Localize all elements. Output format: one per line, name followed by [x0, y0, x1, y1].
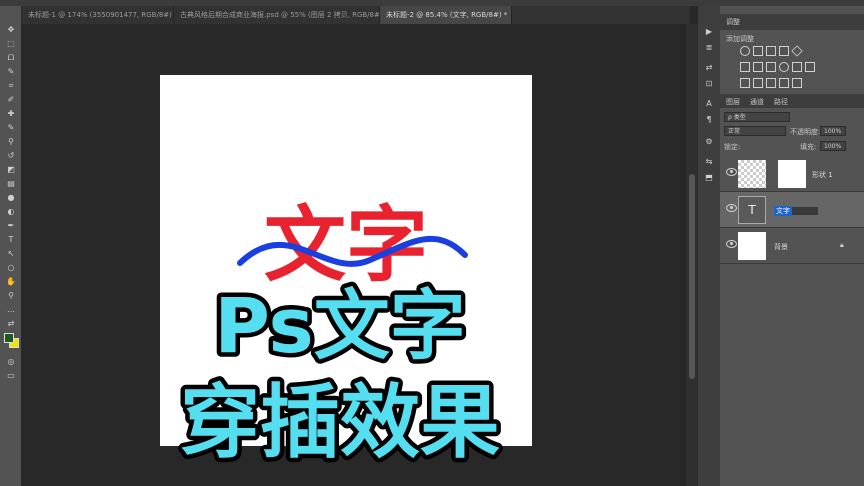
tab-label: 未标题-1 @ 174% (3550901477, RGB/8#) *: [28, 11, 174, 19]
stamp-icon[interactable]: ⚲: [4, 136, 18, 147]
layer-name[interactable]: 文字: [774, 206, 792, 216]
color-lookup-icon[interactable]: [805, 62, 815, 72]
gradient-map-icon[interactable]: [779, 78, 789, 88]
blend-mode-select[interactable]: 正常: [724, 126, 786, 136]
tab-label: 未标题-2 @ 85.4% (文字, RGB/8#) *: [386, 11, 508, 19]
tab-channels[interactable]: 通道: [750, 97, 764, 107]
properties-icon[interactable]: ⊡: [703, 78, 715, 90]
type-icon[interactable]: T: [4, 234, 18, 245]
dodge-icon[interactable]: ◐: [4, 206, 18, 217]
add-adjustment-label: 添加调整: [726, 35, 754, 43]
document-tabs: 未标题-1 @ 174% (3550901477, RGB/8#) *× 古典风…: [22, 6, 690, 24]
layer-mask-thumbnail: [778, 160, 806, 188]
play-icon[interactable]: ▶: [703, 26, 715, 38]
layer-thumbnail: [738, 160, 766, 188]
lasso-icon[interactable]: ᗝ: [4, 52, 18, 63]
vertical-scrollbar[interactable]: [686, 24, 698, 486]
character-icon[interactable]: A: [703, 98, 715, 110]
path-select-icon[interactable]: ↖: [4, 248, 18, 259]
swap-colors-icon[interactable]: ⇄: [4, 318, 18, 329]
tab-untitled-2[interactable]: 未标题-2 @ 85.4% (文字, RGB/8#) *×: [380, 6, 512, 24]
visibility-eye-icon[interactable]: [726, 168, 737, 176]
crop-icon[interactable]: ⌗: [4, 80, 18, 91]
tools-panel: ✥ ⬚ ᗝ ✎ ⌗ ✐ ✚ ✎ ⚲ ↺ ◩ ▤ ● ◐ ✒ T ↖ ○ ✋ ⚲ …: [0, 6, 22, 486]
threshold-icon[interactable]: [766, 78, 776, 88]
exposure-icon[interactable]: [779, 46, 789, 56]
marquee-icon[interactable]: ⬚: [4, 38, 18, 49]
tab-layers[interactable]: 图层: [726, 97, 740, 107]
screen-mode-icon[interactable]: ▭: [4, 370, 18, 381]
lock-icon: 🔒︎: [840, 241, 844, 249]
hand-icon[interactable]: ✋: [4, 276, 18, 287]
vibrance-icon[interactable]: [791, 45, 803, 57]
color-balance-icon[interactable]: [753, 62, 763, 72]
more-icon[interactable]: …: [4, 304, 18, 315]
document-canvas[interactable]: 文字: [160, 75, 532, 446]
blur-icon[interactable]: ●: [4, 192, 18, 203]
brush-icon[interactable]: ✎: [4, 122, 18, 133]
foreground-color-swatch[interactable]: [4, 333, 14, 343]
move-icon[interactable]: ✥: [4, 24, 18, 35]
close-icon[interactable]: ×: [511, 11, 512, 19]
actions-icon[interactable]: ≣: [703, 42, 715, 54]
photo-filter-icon[interactable]: [779, 62, 789, 72]
pen-icon[interactable]: ✒: [4, 220, 18, 231]
lock-label: 锁定:: [724, 143, 741, 151]
swap-icon[interactable]: ⇄: [703, 62, 715, 74]
paragraph-icon[interactable]: ¶: [703, 114, 715, 126]
history-brush-icon[interactable]: ↺: [4, 150, 18, 161]
visibility-eye-icon[interactable]: [726, 240, 737, 248]
right-panels: 调整 添加调整 图层 通道 路径 ρ 类型 正常 不透明度: 100% 锁定: …: [720, 6, 864, 486]
selective-color-icon[interactable]: [792, 78, 802, 88]
black-white-icon[interactable]: [766, 62, 776, 72]
adjustments-header: 调整: [720, 14, 864, 30]
shape-icon[interactable]: ○: [4, 262, 18, 273]
adjustment-icons-row-2: [740, 62, 850, 74]
layer-filter-select[interactable]: ρ 类型: [724, 112, 790, 122]
levels-icon[interactable]: [753, 46, 763, 56]
tab-adjustments[interactable]: 调整: [726, 17, 740, 27]
opacity-input[interactable]: 100%: [820, 126, 846, 136]
tool-presets-icon[interactable]: ⚙: [703, 136, 715, 148]
layer-thumbnail: [738, 232, 766, 260]
layer-row-text[interactable]: T 文字: [720, 192, 864, 228]
quick-mask-icon[interactable]: ◎: [4, 356, 18, 367]
fill-input[interactable]: 100%: [820, 141, 846, 151]
brightness-icon[interactable]: [740, 46, 750, 56]
eyedropper-icon[interactable]: ✐: [4, 94, 18, 105]
tab-untitled-1[interactable]: 未标题-1 @ 174% (3550901477, RGB/8#) *×: [22, 6, 174, 24]
layer-row-shape[interactable]: 形状 1: [720, 156, 864, 192]
zoom-icon[interactable]: ⚲: [4, 290, 18, 301]
adjustment-icons-row-1: [740, 45, 850, 58]
tab-label: 古典风格后期合成商业海报.psd @ 55% (图层 2 拷贝, RGB/8#)…: [180, 11, 380, 19]
history-icon[interactable]: ⇆: [703, 156, 715, 168]
layer-name[interactable]: 背景: [774, 242, 788, 252]
gradient-icon[interactable]: ▤: [4, 178, 18, 189]
curves-icon[interactable]: [766, 46, 776, 56]
layer-row-background[interactable]: 背景 🔒︎: [720, 228, 864, 264]
adjustment-icons-row-3: [740, 78, 850, 90]
healing-icon[interactable]: ✚: [4, 108, 18, 119]
invert-icon[interactable]: [740, 78, 750, 88]
hue-saturation-icon[interactable]: [740, 62, 750, 72]
posterize-icon[interactable]: [753, 78, 763, 88]
libraries-icon[interactable]: ⬒: [703, 172, 715, 184]
layer-name[interactable]: 形状 1: [812, 170, 833, 180]
visibility-eye-icon[interactable]: [726, 204, 737, 212]
channel-mixer-icon[interactable]: [792, 62, 802, 72]
rename-field[interactable]: [792, 207, 818, 215]
eraser-icon[interactable]: ◩: [4, 164, 18, 175]
tab-poster-psd[interactable]: 古典风格后期合成商业海报.psd @ 55% (图层 2 拷贝, RGB/8#)…: [174, 6, 380, 24]
layers-header: 图层 通道 路径: [720, 94, 864, 108]
quick-select-icon[interactable]: ✎: [4, 66, 18, 77]
tab-paths[interactable]: 路径: [774, 97, 788, 107]
opacity-label: 不透明度:: [790, 128, 821, 136]
artwork: 文字: [237, 197, 468, 293]
fill-label: 填充:: [800, 143, 817, 151]
scroll-thumb[interactable]: [689, 174, 695, 379]
text-layer-thumbnail: T: [738, 196, 766, 224]
panel-icon-strip: ▶ ≣ ⇄ ⊡ A ¶ ⚙ ⇆ ⬒: [698, 6, 720, 486]
